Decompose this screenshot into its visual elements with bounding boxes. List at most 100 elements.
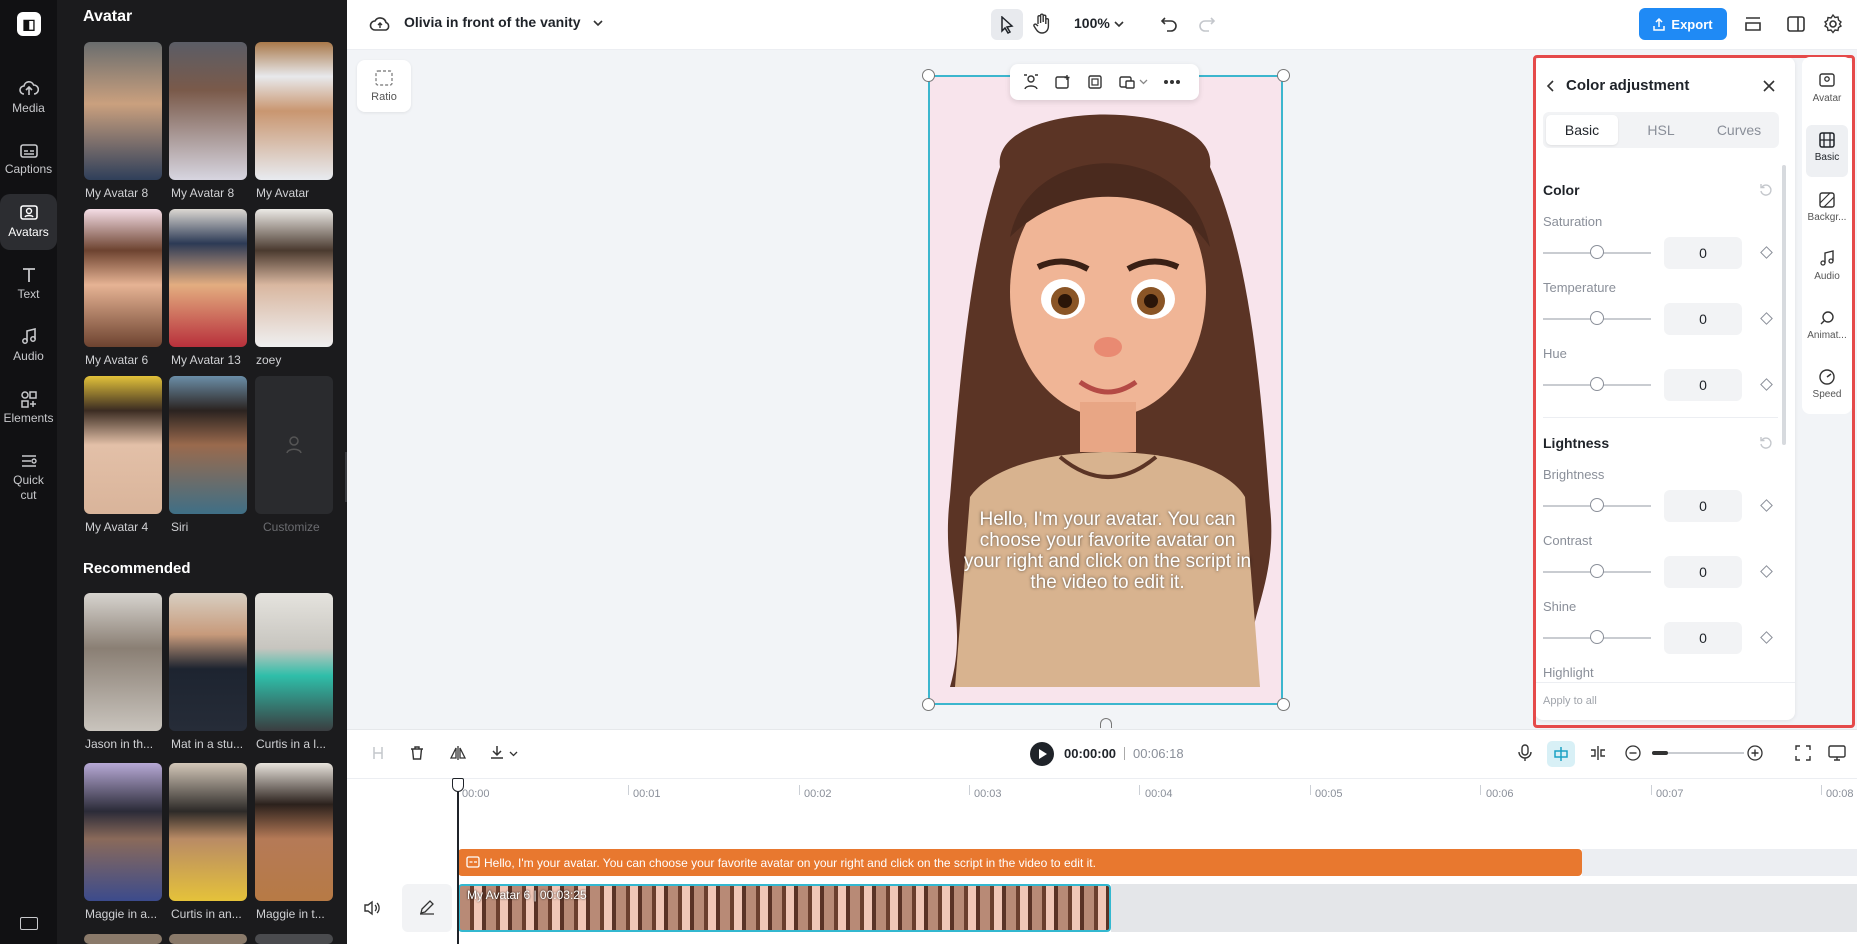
- video-caption-text[interactable]: Hello, I'm your avatar. You can choose y…: [960, 509, 1255, 593]
- project-title[interactable]: Olivia in front of the vanity: [404, 14, 581, 30]
- avatar-thumb[interactable]: [169, 209, 247, 347]
- cloud-save-icon[interactable]: [369, 14, 391, 34]
- avatar-thumb[interactable]: [255, 209, 333, 347]
- avatar-thumb[interactable]: [169, 376, 247, 514]
- nav-item-captions[interactable]: Captions: [0, 143, 57, 176]
- recommended-thumb[interactable]: [169, 763, 247, 901]
- flip-icon[interactable]: [449, 745, 467, 761]
- avatar-thumb[interactable]: [84, 42, 162, 180]
- resize-handle[interactable]: [922, 69, 935, 82]
- saturation-slider-thumb[interactable]: [1590, 245, 1604, 259]
- mask-icon[interactable]: [1119, 74, 1135, 90]
- nav-item-media[interactable]: Media: [0, 80, 57, 115]
- redo-icon[interactable]: [1198, 14, 1216, 32]
- caption-track-clip[interactable]: Hello, I'm your avatar. You can choose y…: [458, 849, 1582, 876]
- app-logo[interactable]: ◧: [17, 12, 41, 36]
- tab-curves[interactable]: Curves: [1700, 115, 1778, 145]
- rail-item-avatar[interactable]: Avatar: [1802, 72, 1852, 104]
- layout-panel-icon[interactable]: [1786, 14, 1806, 34]
- replace-media-icon[interactable]: [1055, 74, 1071, 90]
- customize-avatar-button[interactable]: [255, 376, 333, 514]
- recommended-thumb[interactable]: [255, 763, 333, 901]
- contrast-value-input[interactable]: 0: [1664, 556, 1742, 588]
- stack-icon[interactable]: [1743, 14, 1763, 34]
- zoom-out-icon[interactable]: [1625, 745, 1641, 761]
- rail-item-animation[interactable]: Animat...: [1802, 309, 1852, 341]
- fit-screen-icon[interactable]: [1795, 745, 1811, 761]
- zoom-slider-thumb[interactable]: [1652, 751, 1668, 755]
- video-track-empty[interactable]: [1111, 884, 1857, 932]
- saturation-value-input[interactable]: 0: [1664, 237, 1742, 269]
- nav-item-elements[interactable]: Elements: [0, 390, 57, 425]
- reset-icon[interactable]: [1759, 436, 1773, 450]
- resize-handle[interactable]: [922, 698, 935, 711]
- avatar-thumb[interactable]: [84, 376, 162, 514]
- apply-to-all-button[interactable]: Apply to all: [1543, 695, 1597, 707]
- nav-item-audio[interactable]: Audio: [0, 328, 57, 363]
- export-button[interactable]: Export: [1639, 8, 1727, 40]
- more-icon[interactable]: [1163, 79, 1181, 85]
- temperature-value-input[interactable]: 0: [1664, 303, 1742, 335]
- download-icon[interactable]: [489, 745, 505, 761]
- recommended-thumb[interactable]: [169, 593, 247, 731]
- nav-item-quick-cut[interactable]: Quick cut: [0, 452, 57, 503]
- volume-icon[interactable]: [363, 900, 381, 916]
- contrast-slider-thumb[interactable]: [1590, 564, 1604, 578]
- rail-item-background[interactable]: Backgr...: [1802, 191, 1852, 223]
- auto-snap-button[interactable]: [1547, 741, 1575, 767]
- recommended-thumb[interactable]: [255, 593, 333, 731]
- scrollbar[interactable]: [1782, 165, 1786, 445]
- select-tool-button[interactable]: [991, 9, 1023, 40]
- avatar-thumb[interactable]: [84, 209, 162, 347]
- rail-item-basic[interactable]: Basic: [1806, 125, 1848, 177]
- playhead-handle[interactable]: [452, 778, 464, 792]
- avatar-thumb[interactable]: [169, 42, 247, 180]
- split-track-icon[interactable]: [1589, 745, 1607, 761]
- hand-icon[interactable]: [1032, 13, 1052, 35]
- reset-icon[interactable]: [1759, 183, 1773, 197]
- playhead[interactable]: [457, 778, 459, 944]
- hue-slider-thumb[interactable]: [1590, 377, 1604, 391]
- recommended-thumb[interactable]: [84, 593, 162, 731]
- ratio-button[interactable]: Ratio: [357, 60, 411, 112]
- undo-icon[interactable]: [1160, 14, 1178, 32]
- recommended-thumb[interactable]: [84, 763, 162, 901]
- rotate-handle[interactable]: [1100, 718, 1112, 728]
- shine-value-input[interactable]: 0: [1664, 622, 1742, 654]
- split-icon[interactable]: [370, 745, 386, 761]
- microphone-icon[interactable]: [1518, 744, 1532, 762]
- resize-handle[interactable]: [1277, 69, 1290, 82]
- recommended-thumb[interactable]: [255, 934, 333, 944]
- tab-hsl[interactable]: HSL: [1622, 115, 1700, 145]
- brightness-slider-thumb[interactable]: [1590, 498, 1604, 512]
- brightness-value-input[interactable]: 0: [1664, 490, 1742, 522]
- temperature-slider-thumb[interactable]: [1590, 311, 1604, 325]
- chevron-down-icon[interactable]: [592, 18, 604, 28]
- monitor-icon[interactable]: [1828, 745, 1846, 761]
- caption-track-empty[interactable]: [1582, 849, 1857, 876]
- edit-track-button[interactable]: [402, 884, 452, 932]
- nav-item-text[interactable]: Text: [0, 266, 57, 301]
- recommended-thumb[interactable]: [84, 934, 162, 944]
- rail-item-speed[interactable]: Speed: [1802, 368, 1852, 400]
- back-arrow-icon[interactable]: [1545, 79, 1557, 93]
- trash-icon[interactable]: [409, 745, 425, 761]
- play-button[interactable]: [1030, 742, 1054, 766]
- video-preview[interactable]: Hello, I'm your avatar. You can choose y…: [928, 75, 1283, 705]
- settings-gear-icon[interactable]: [1822, 13, 1844, 35]
- avatar-thumb[interactable]: [255, 42, 333, 180]
- shine-slider-thumb[interactable]: [1590, 630, 1604, 644]
- chevron-down-icon[interactable]: [1139, 79, 1148, 85]
- close-icon[interactable]: [1762, 79, 1776, 93]
- recommended-thumb[interactable]: [169, 934, 247, 944]
- zoom-in-icon[interactable]: [1747, 745, 1763, 761]
- rail-item-audio[interactable]: Audio: [1802, 250, 1852, 282]
- tab-basic[interactable]: Basic: [1546, 115, 1618, 145]
- chevron-down-icon[interactable]: [509, 751, 518, 757]
- hue-value-input[interactable]: 0: [1664, 369, 1742, 401]
- remove-background-icon[interactable]: [1023, 74, 1039, 90]
- keyboard-icon[interactable]: [20, 917, 38, 930]
- crop-icon[interactable]: [1087, 74, 1103, 90]
- chevron-down-icon[interactable]: [1113, 19, 1125, 29]
- nav-item-avatars[interactable]: Avatars: [0, 194, 57, 250]
